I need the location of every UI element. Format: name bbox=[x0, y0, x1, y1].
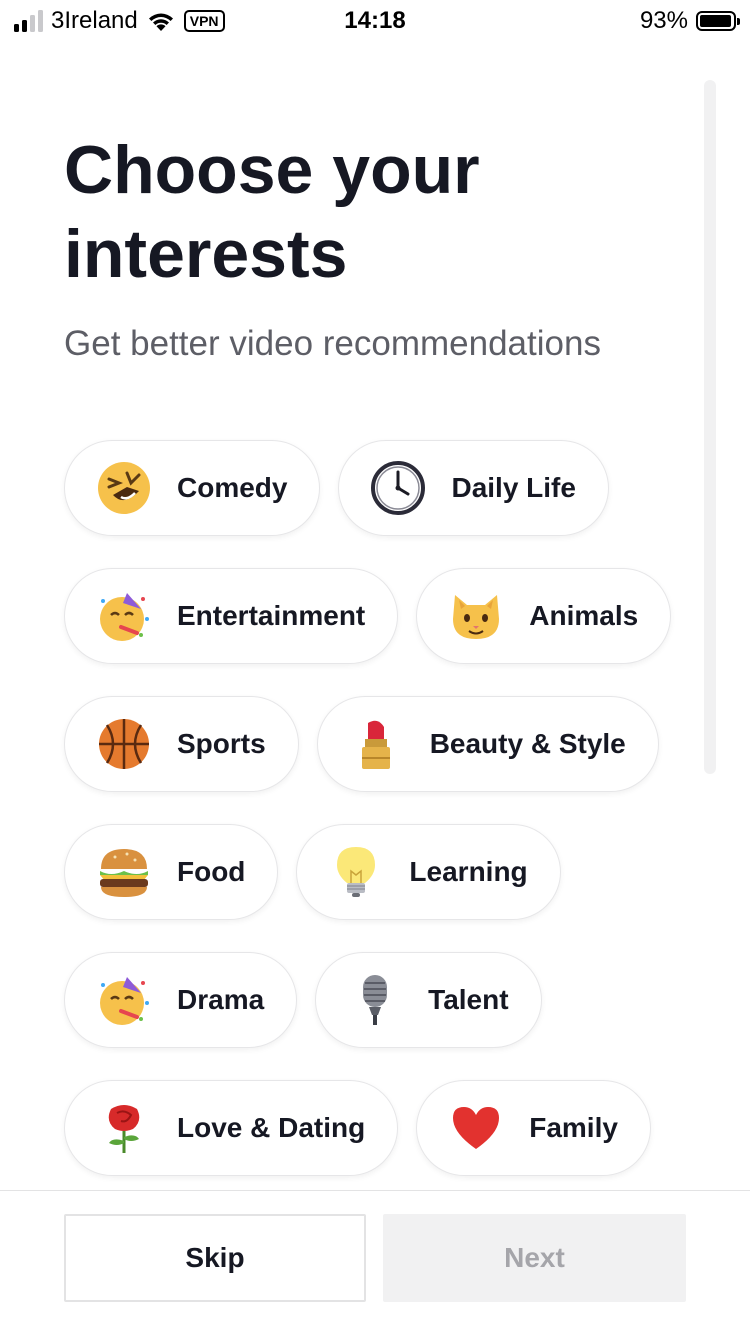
skip-button[interactable]: Skip bbox=[64, 1214, 366, 1302]
interest-chip-animals[interactable]: Animals bbox=[416, 568, 672, 664]
interest-label: Food bbox=[177, 856, 246, 887]
status-time: 14:18 bbox=[344, 7, 406, 34]
next-button[interactable]: Next bbox=[383, 1214, 686, 1302]
interest-label: Entertainment bbox=[177, 600, 366, 631]
interest-chip-beauty-style[interactable]: Beauty & Style bbox=[316, 696, 659, 792]
rose-icon bbox=[97, 1101, 151, 1155]
microphone-icon bbox=[348, 973, 402, 1027]
interest-label: Sports bbox=[177, 728, 266, 759]
lightbulb-icon bbox=[329, 845, 383, 899]
interest-label: Learning bbox=[409, 856, 528, 887]
interest-chip-comedy[interactable]: Comedy bbox=[64, 440, 321, 536]
party-face-icon bbox=[97, 589, 151, 643]
laughing-face-icon bbox=[97, 461, 151, 515]
interest-row: Entertainment Animals bbox=[64, 568, 704, 664]
battery-icon bbox=[696, 11, 740, 31]
interest-label: Drama bbox=[177, 984, 265, 1015]
interest-label: Comedy bbox=[177, 472, 288, 503]
interest-chip-talent[interactable]: Talent bbox=[315, 952, 542, 1048]
interest-chip-love-dating[interactable]: Love & Dating bbox=[64, 1080, 399, 1176]
interest-list: Comedy Daily Life Entertainment Animals … bbox=[64, 440, 704, 1208]
interest-chip-food[interactable]: Food bbox=[64, 824, 279, 920]
lipstick-icon bbox=[350, 717, 404, 771]
interest-label: Talent bbox=[428, 984, 509, 1015]
burger-icon bbox=[97, 845, 151, 899]
interest-label: Family bbox=[529, 1112, 618, 1143]
interest-row: Food Learning bbox=[64, 824, 704, 920]
basketball-icon bbox=[97, 717, 151, 771]
interest-chip-family[interactable]: Family bbox=[416, 1080, 651, 1176]
interest-row: Sports Beauty & Style bbox=[64, 696, 704, 792]
interest-chip-drama[interactable]: Drama bbox=[64, 952, 298, 1048]
interest-chip-daily-life[interactable]: Daily Life bbox=[338, 440, 609, 536]
interest-label: Animals bbox=[529, 600, 639, 631]
interest-label: Daily Life bbox=[451, 472, 576, 503]
clock-icon bbox=[371, 461, 426, 515]
interest-chip-sports[interactable]: Sports bbox=[64, 696, 299, 792]
battery-percentage: 93% bbox=[639, 7, 688, 34]
cat-face-icon bbox=[449, 589, 503, 643]
page-title: Choose your interests bbox=[64, 132, 480, 292]
footer-divider bbox=[0, 1190, 750, 1191]
interest-label: Beauty & Style bbox=[429, 728, 626, 759]
interest-row: Drama Talent bbox=[64, 952, 704, 1048]
scrollbar[interactable] bbox=[704, 80, 716, 774]
heart-icon bbox=[449, 1101, 503, 1155]
interest-label: Love & Dating bbox=[177, 1112, 366, 1143]
status-right: 93% bbox=[639, 6, 740, 36]
interest-chip-entertainment[interactable]: Entertainment bbox=[64, 568, 399, 664]
status-bar: 3Ireland VPN 14:18 93% bbox=[0, 0, 750, 40]
interest-chip-learning[interactable]: Learning bbox=[296, 824, 561, 920]
party-face-icon bbox=[97, 973, 151, 1027]
page-subtitle: Get better video recommendations bbox=[64, 324, 601, 363]
interest-row: Love & Dating Family bbox=[64, 1080, 704, 1176]
interest-row: Comedy Daily Life bbox=[64, 440, 704, 536]
